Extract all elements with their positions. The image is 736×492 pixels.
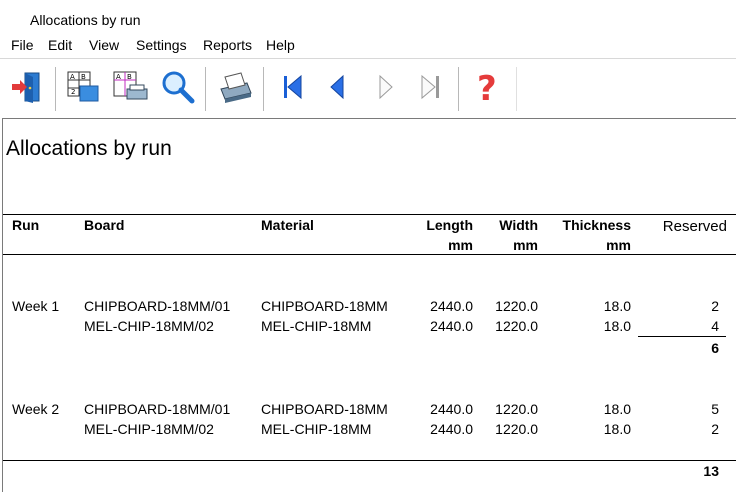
subtotal-rule [638,336,726,337]
header-width-unit: mm [513,237,538,253]
header-material: Material [261,217,314,233]
previous-page-icon [323,72,353,107]
help-button[interactable]: ? [467,69,507,109]
next-page-icon [370,72,400,107]
cell-board: MEL-CHIP-18MM/02 [84,318,214,334]
cell-reserved: 4 [711,318,719,334]
header-board: Board [84,217,125,233]
menu-settings[interactable]: Settings [136,37,187,53]
header-thickness: Thickness [562,217,631,233]
layout-button[interactable]: A B 2 [63,69,103,109]
exit-icon [9,70,43,109]
printer-icon [215,69,253,110]
print-layout-button[interactable]: A B [110,69,150,109]
header-top-rule [3,214,736,215]
search-icon [160,69,196,110]
toolbar: A B 2 A B ? [0,58,736,119]
cell-material: CHIPBOARD-18MM [261,401,388,417]
cell-material: MEL-CHIP-18MM [261,318,372,334]
cell-width: 1220.0 [495,298,538,314]
menu-help[interactable]: Help [266,37,295,53]
svg-text:A: A [116,73,121,81]
report-title: Allocations by run [6,137,172,160]
print-button[interactable] [214,69,254,109]
layout-grid-icon: A B 2 [65,69,101,110]
cell-board: CHIPBOARD-18MM/01 [84,401,231,417]
group-run-label: Week 2 [12,401,60,417]
cell-reserved: 2 [711,421,719,437]
cell-thickness: 18.0 [603,401,631,417]
cell-reserved: 5 [711,401,719,417]
previous-page-button[interactable] [318,69,358,109]
exit-button[interactable] [6,69,46,109]
header-thickness-unit: mm [606,237,631,253]
group-subtotal: 6 [711,340,719,356]
search-button[interactable] [158,69,198,109]
svg-text:B: B [81,73,86,81]
cell-thickness: 18.0 [603,298,631,314]
title-bar: Allocations by run [0,0,736,34]
header-width: Width [499,217,538,233]
cell-reserved: 2 [711,298,719,314]
header-bottom-rule [3,254,736,255]
cell-width: 1220.0 [495,318,538,334]
last-page-button[interactable] [411,69,451,109]
window-title: Allocations by run [30,12,141,28]
svg-text:2: 2 [71,88,75,96]
cell-board: MEL-CHIP-18MM/02 [84,421,214,437]
next-page-button[interactable] [365,69,405,109]
svg-text:A: A [70,73,75,81]
group-run-label: Week 1 [12,298,60,314]
menu-file[interactable]: File [11,37,34,53]
cell-material: MEL-CHIP-18MM [261,421,372,437]
cell-thickness: 18.0 [603,318,631,334]
first-page-button[interactable] [272,69,312,109]
first-page-icon [277,72,307,107]
last-page-icon [416,72,446,107]
menu-bar: File Edit View Settings Reports Help [0,34,736,56]
report-area: Allocations by run Run Board Material Le… [2,118,736,492]
cell-width: 1220.0 [495,401,538,417]
print-layout-icon: A B [111,69,149,110]
header-run: Run [12,217,40,233]
svg-text:?: ? [477,69,497,105]
menu-reports[interactable]: Reports [203,37,252,53]
cell-material: CHIPBOARD-18MM [261,298,388,314]
grand-total: 13 [703,463,719,479]
cell-thickness: 18.0 [603,421,631,437]
cell-width: 1220.0 [495,421,538,437]
help-icon: ? [472,69,502,110]
menu-view[interactable]: View [89,37,119,53]
total-rule [3,460,736,461]
header-reserved: Reserved [662,218,727,235]
cell-board: CHIPBOARD-18MM/01 [84,298,231,314]
svg-text:B: B [127,73,132,81]
menu-edit[interactable]: Edit [48,37,72,53]
